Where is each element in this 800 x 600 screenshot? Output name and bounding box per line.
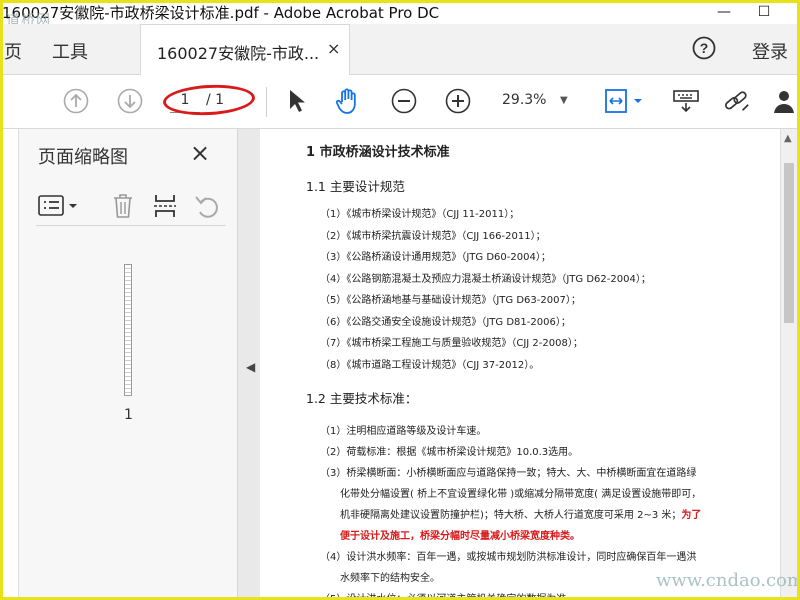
keyboard-icon[interactable] xyxy=(672,87,700,115)
options-menu-icon[interactable] xyxy=(36,191,80,221)
panel-title: 页面缩略图 xyxy=(38,147,128,168)
spec-item: （6）《公路交通安全设施设计规范》（JTG D81-2006）； xyxy=(320,316,571,328)
panel-collapse-strip[interactable] xyxy=(0,129,19,600)
panel-toolbar xyxy=(36,189,226,226)
title-bar: 160027安徽院-市政桥梁设计标准.pdf - Adobe Acrobat P… xyxy=(0,0,800,29)
hand-tool-icon[interactable] xyxy=(334,87,362,115)
standard-text: 机非硬隔离处建议设置防撞护栏)；特大桥、大桥人行道宽度可采用 2~3 米； xyxy=(340,509,682,521)
document-page: 1 市政桥涵设计技术标准 1.1 主要设计规范 （1）《城市桥梁设计规范》（CJ… xyxy=(306,141,776,600)
standard-item-continuation: 化带处分幅设置( 桥上不宜设置绿化带 )或缩减分隔带宽度( 满足设置设施带即可， xyxy=(340,488,702,500)
collapse-panel-arrow-icon[interactable]: ◀ xyxy=(246,360,255,374)
toolbar-divider xyxy=(266,87,267,117)
vertical-scrollbar[interactable]: ▲ xyxy=(780,129,798,600)
window-title: 160027安徽院-市政桥梁设计标准.pdf - Adobe Acrobat P… xyxy=(2,4,440,22)
red-annotation-oval xyxy=(162,82,256,118)
login-button[interactable]: 登录 xyxy=(752,38,788,64)
zoom-level-input[interactable]: 29.3% xyxy=(502,92,546,108)
zoom-out-icon[interactable] xyxy=(390,87,418,115)
scrollbar-thumb[interactable] xyxy=(784,163,794,323)
spec-item: （3）《公路桥涵设计通用规范》（JTG D60-2004）； xyxy=(320,252,551,263)
minimize-button[interactable]: — xyxy=(704,0,744,24)
zoom-dropdown-icon[interactable]: ▼ xyxy=(560,95,568,106)
highlighted-text: 便于设计及施工，桥梁分幅时尽量减小桥梁宽度种类。 xyxy=(340,530,580,542)
spec-item: （4）《公路钢筋混凝土及预应力混凝土桥涵设计规范》（JTG D62-2004）； xyxy=(320,273,651,285)
insert-page-icon[interactable] xyxy=(150,191,180,221)
section-1-2: 1.2 主要技术标准： xyxy=(306,390,418,406)
spec-item: （8）《城市道路工程设计规范》（CJJ 37-2012）。 xyxy=(320,359,540,371)
svg-text:?: ? xyxy=(700,40,709,56)
standard-item: （2）荷载标准：根据《城市桥梁设计规范》10.0.3选用。 xyxy=(320,446,579,458)
link-icon[interactable] xyxy=(722,87,750,115)
page-thumbnail[interactable] xyxy=(124,264,132,396)
tab-tools[interactable]: 工具 xyxy=(52,38,88,64)
spec-item: （1）《城市桥梁设计规范》（CJJ 11-2011）； xyxy=(320,209,520,220)
scroll-up-icon[interactable]: ▲ xyxy=(784,133,792,144)
section-1-1: 1.1 主要设计规范 xyxy=(306,179,405,194)
arrow-down-icon[interactable] xyxy=(116,87,144,115)
standard-item: （3）桥梁横断面：小桥横断面应与道路保持一致；特大、大、中桥横断面宜在道路绿 xyxy=(320,467,697,479)
arrow-up-icon[interactable] xyxy=(62,87,90,115)
close-tab-icon[interactable]: × xyxy=(327,39,340,58)
maximize-button[interactable]: ☐ xyxy=(744,0,784,24)
rotate-page-icon[interactable] xyxy=(192,191,222,221)
standard-item: （4）设计洪水频率：百年一遇，或按城市规划防洪标准设计，同时应确保百年一遇洪 xyxy=(320,551,697,563)
zoom-in-icon[interactable] xyxy=(444,87,472,115)
heading-1: 1 市政桥涵设计技术标准 xyxy=(306,145,450,160)
document-viewer[interactable]: 1 市政桥涵设计技术标准 1.1 主要设计规范 （1）《城市桥梁设计规范》（CJ… xyxy=(260,129,780,600)
standard-item-continuation: 机非硬隔离处建议设置防撞护栏)；特大桥、大桥人行道宽度可采用 2~3 米；为了 xyxy=(320,505,776,526)
tab-home[interactable]: 页 xyxy=(4,38,22,64)
fit-page-icon[interactable] xyxy=(602,87,646,115)
toolbar: 1 / 1 29.3% ▼ xyxy=(0,75,800,129)
spec-item: （7）《城市桥梁工程施工与质量验收规范》（CJJ 2-2008）； xyxy=(320,338,583,349)
select-pointer-icon[interactable] xyxy=(282,87,310,115)
delete-page-icon[interactable] xyxy=(108,191,138,221)
highlighted-text: 为了 xyxy=(681,509,702,521)
user-icon[interactable] xyxy=(772,87,800,115)
thumbnail-panel: 页面缩略图 × 1 xyxy=(0,129,238,600)
spec-item: （2）《城市桥梁抗震设计规范》（CJJ 166-2011）； xyxy=(320,230,546,242)
tab-document[interactable]: 160027安徽院-市政... × xyxy=(140,24,350,75)
standard-item: （1）注明相应道路等级及设计车速。 xyxy=(320,425,487,437)
thumbnail-page-number: 1 xyxy=(124,407,133,423)
watermark-bottom: www.cndao.com xyxy=(656,570,800,591)
panel-close-icon[interactable]: × xyxy=(190,139,210,167)
spec-item: （5）《公路桥涵地基与基础设计规范》（JTG D63-2007）； xyxy=(320,295,581,306)
tab-document-label: 160027安徽院-市政... xyxy=(157,44,320,63)
help-icon[interactable]: ? xyxy=(692,36,716,60)
tab-bar: 页 工具 160027安徽院-市政... × ? 登录 xyxy=(0,24,800,75)
